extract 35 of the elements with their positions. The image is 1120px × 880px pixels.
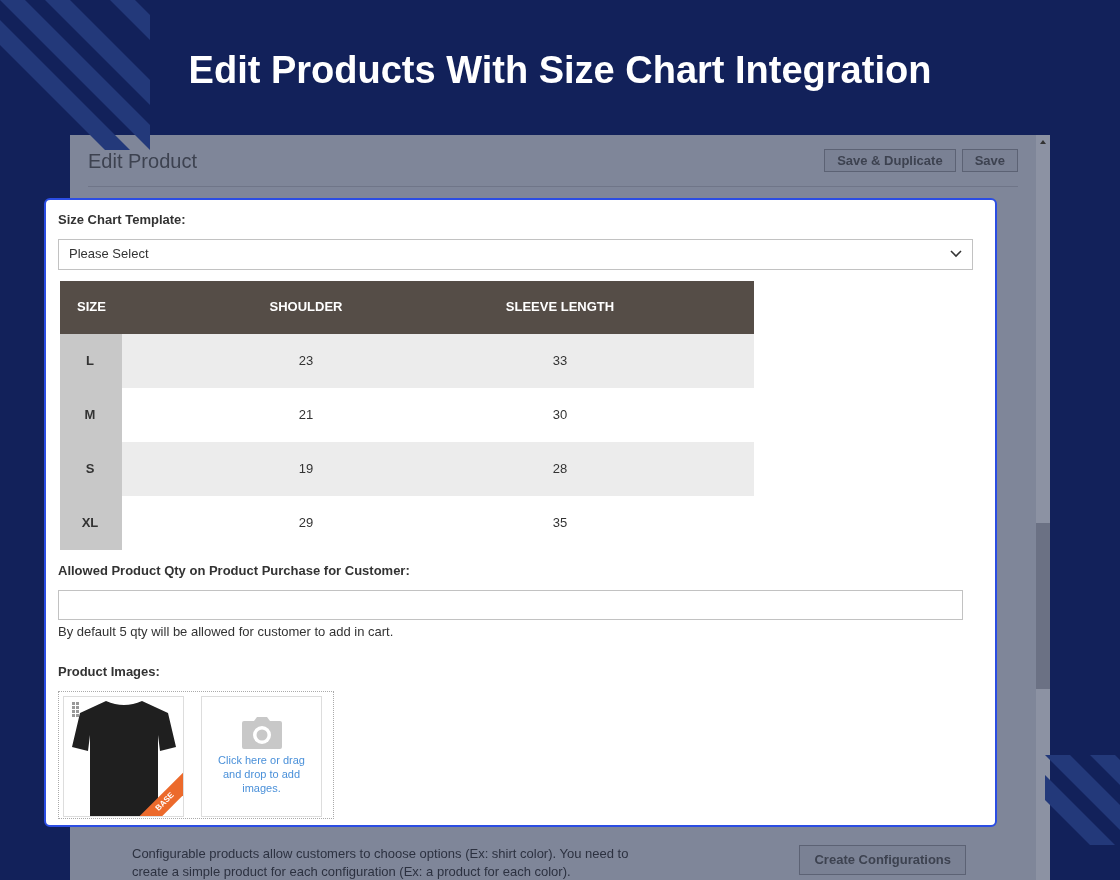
upload-hint: Click here or drag and drop to add images. — [217, 753, 306, 795]
scrollbar-thumb[interactable] — [1036, 523, 1050, 689]
table-cell-text: 21 — [297, 405, 315, 424]
table-cell-text: 28 — [551, 459, 569, 478]
drag-handle-icon[interactable] — [72, 702, 79, 717]
size-cell: L — [60, 333, 122, 388]
upload-image-tile[interactable]: Click here or drag and drop to add images. — [201, 696, 322, 817]
size-chart-select[interactable]: Please Select — [58, 238, 973, 270]
column-header: SIZE — [76, 298, 107, 317]
scrollbar[interactable] — [1036, 135, 1050, 880]
qty-input-field[interactable] — [58, 590, 963, 620]
create-configurations-button[interactable]: Create Configurations — [799, 845, 966, 875]
camera-icon — [241, 717, 282, 749]
banner-title: Edit Products With Size Chart Integration — [188, 48, 932, 92]
page-title: Edit Product — [88, 148, 197, 174]
size-cell: M — [60, 387, 122, 442]
header-button[interactable]: Save & Duplicate — [824, 149, 956, 172]
table-cell-text: 19 — [297, 459, 315, 478]
size-cell: XL — [60, 495, 122, 550]
help-text: By default 5 qty will be allowed for customer to add in cart. — [58, 623, 395, 641]
configurable-description: Configurable products allow customers to choose options (Ex: shirt color). You need to create a simple product for each configuration (Ex: a product for each color). — [132, 845, 630, 880]
size-cell: S — [60, 441, 122, 496]
scroll-up-icon[interactable] — [1040, 140, 1046, 144]
table-cell-text: 29 — [297, 513, 315, 532]
table-cell-text: 35 — [551, 513, 569, 532]
table-cell-text: 23 — [297, 351, 315, 370]
field-label: Allowed Product Qty on Product Purchase for Customer: — [58, 561, 411, 580]
table-cell-text: 30 — [551, 405, 569, 424]
chevron-down-icon — [950, 250, 962, 258]
column-header: SLEEVE LENGTH — [504, 298, 616, 317]
column-header: SHOULDER — [268, 298, 344, 317]
table-cell-text: 33 — [551, 351, 569, 370]
header-button[interactable]: Save — [961, 149, 1018, 172]
field-label: Size Chart Template: — [58, 211, 187, 229]
field-label: Product Images: — [58, 662, 161, 681]
